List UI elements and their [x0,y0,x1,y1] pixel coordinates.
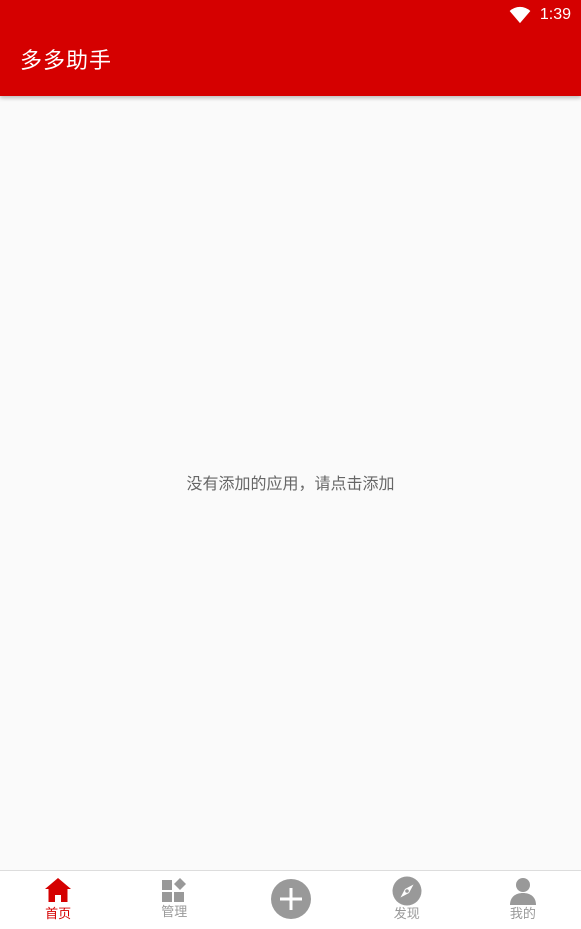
empty-state-message[interactable]: 没有添加的应用，请点击添加 [0,473,581,495]
apps-icon [162,878,187,902]
bottom-navigation: 首页 管理 发现 我的 [0,870,581,929]
nav-item-discover[interactable]: 发现 [349,871,465,929]
add-circle-icon [270,879,311,919]
nav-item-manage[interactable]: 管理 [116,871,232,929]
app-root: 1:39 多多助手 没有添加的应用，请点击添加 首页 管理 发现 我的 [0,0,581,929]
app-title: 多多助手 [20,49,113,74]
person-icon [509,878,536,905]
nav-item-home[interactable]: 首页 [0,871,116,929]
status-indicators: 1:39 [509,4,571,26]
nav-item-profile[interactable]: 我的 [465,871,581,929]
nav-label-discover: 发现 [393,907,420,922]
status-bar: 1:39 [0,0,581,30]
compass-icon [392,876,422,906]
wifi-icon [509,6,531,24]
nav-item-add[interactable] [232,871,348,929]
status-time: 1:39 [539,6,571,23]
nav-label-manage: 管理 [161,905,188,920]
home-icon [45,878,72,902]
nav-label-profile: 我的 [509,907,536,922]
nav-label-home: 首页 [45,907,72,922]
app-header: 1:39 多多助手 [0,0,581,96]
